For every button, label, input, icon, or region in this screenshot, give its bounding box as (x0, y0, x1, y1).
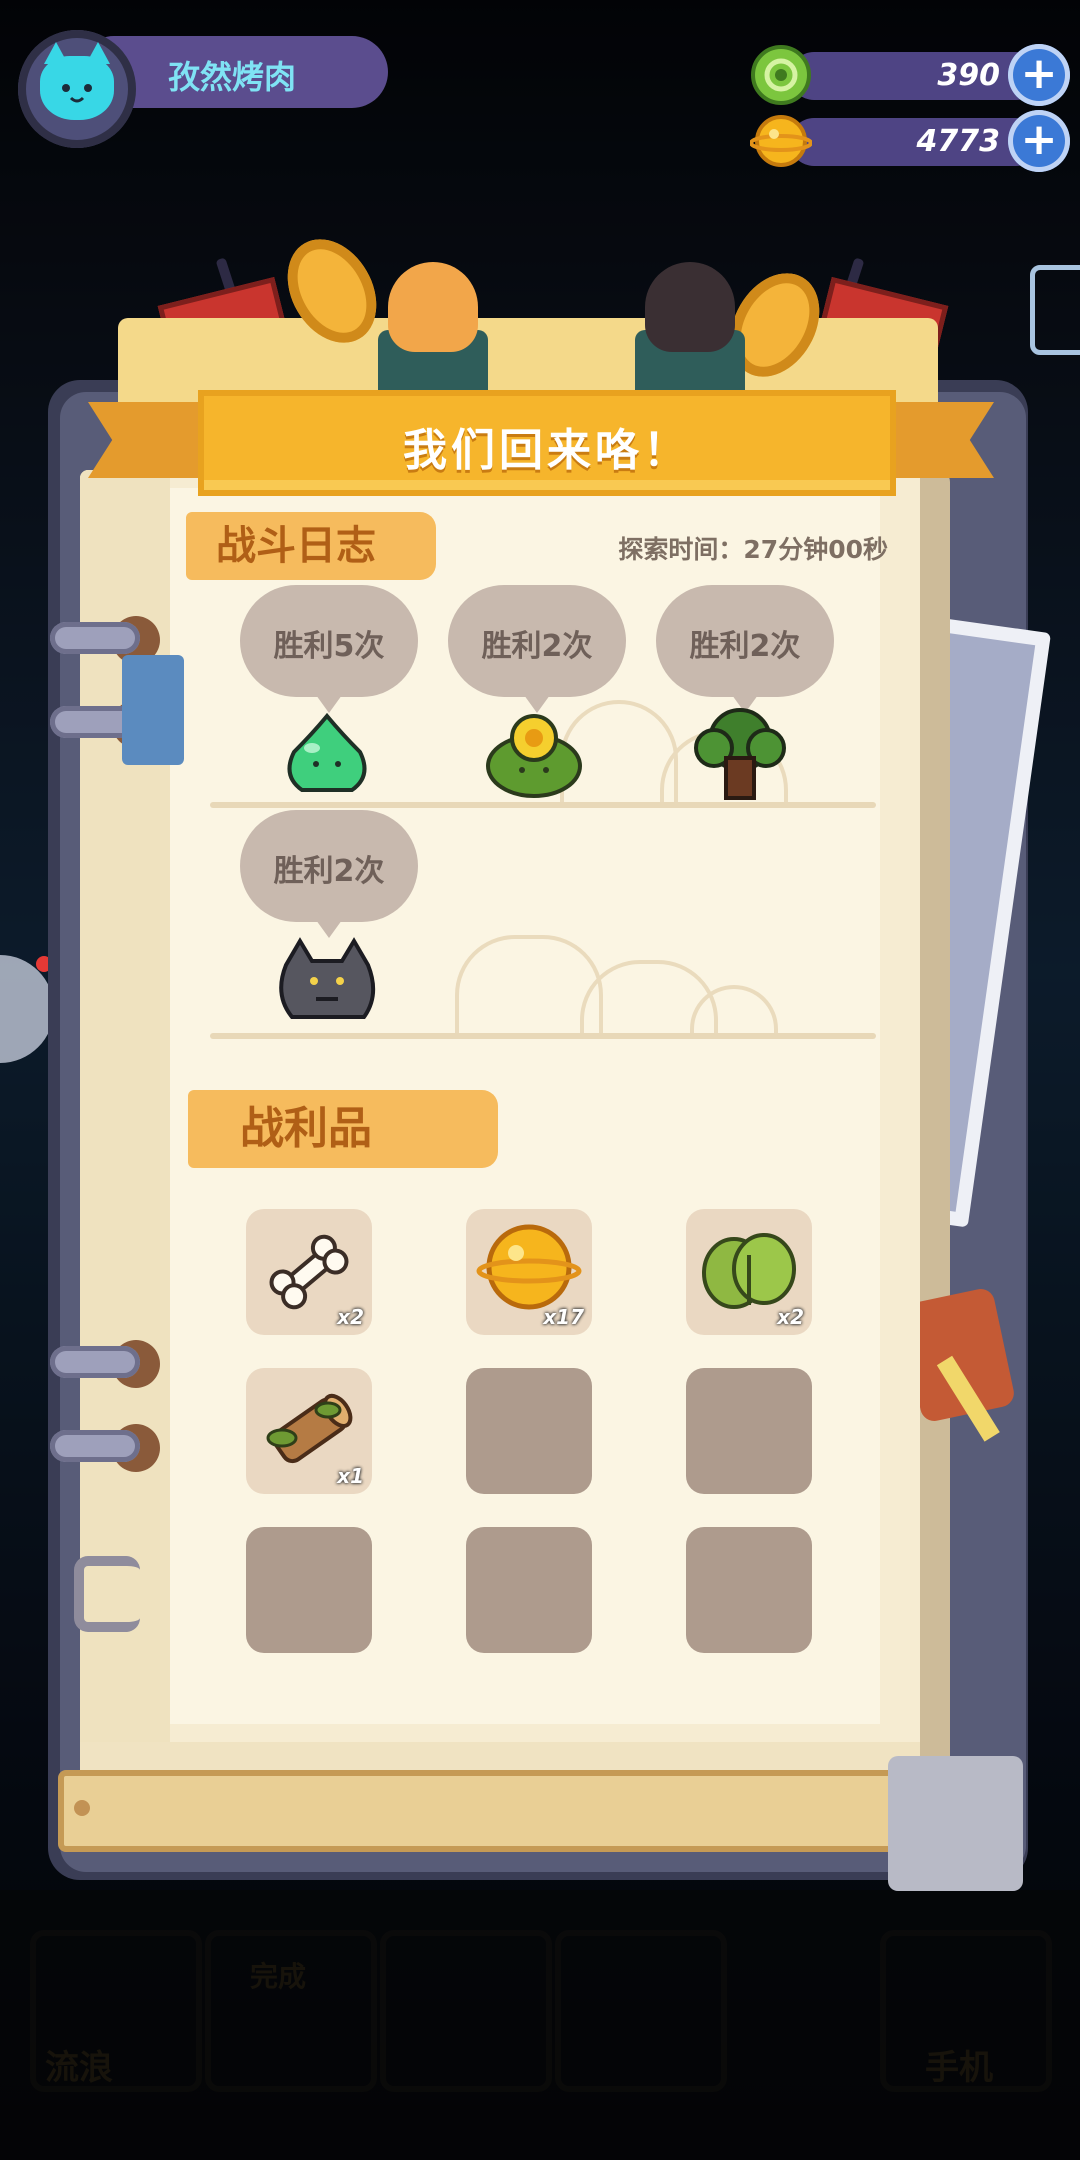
loot-count: x17 (543, 1305, 584, 1329)
paper-clip-icon (122, 655, 184, 765)
player-profile[interactable]: 孜然烤肉 (18, 30, 388, 148)
victory-bubble: 胜利2次 (656, 585, 834, 713)
empty-loot-slot (246, 1527, 372, 1653)
victory-count: 胜利2次 (481, 629, 593, 664)
green-ring-coin-icon (750, 44, 812, 106)
loot-count: x1 (337, 1464, 364, 1488)
empty-loot-slot (686, 1527, 812, 1653)
calico-cat-trumpeter-icon (645, 262, 735, 352)
empty-loot-slot (466, 1527, 592, 1653)
tree-monster-icon (690, 706, 790, 806)
avatar[interactable] (18, 30, 136, 148)
loot-count: x2 (777, 1305, 804, 1329)
currency-gold: 4773 + (749, 110, 1070, 172)
title-banner: 我们回来咯！ (198, 390, 896, 496)
loot-slot[interactable]: x1 (246, 1368, 372, 1494)
orange-cat-trumpeter-icon (388, 262, 478, 352)
gold-planet-coin-icon (749, 110, 813, 172)
g-clip-icon (74, 1556, 140, 1632)
player-name: 孜然烤肉 (168, 58, 297, 96)
binder-ring (50, 1346, 140, 1378)
green-slime-icon (282, 712, 372, 798)
corner-clip-icon (888, 1756, 1023, 1891)
rivet (74, 1800, 90, 1816)
notebook-bottom-cover (58, 1770, 990, 1852)
victory-bubble: 胜利2次 (240, 810, 418, 938)
binder-ring (50, 622, 140, 654)
exploration-time: 探索时间：27分钟00秒 (618, 535, 888, 564)
empty-loot-slot (686, 1368, 812, 1494)
victory-count: 胜利5次 (273, 629, 385, 664)
banner-title: 我们回来咯！ (403, 425, 691, 476)
currency-gold-value: 4773 (916, 124, 1001, 159)
victory-count: 胜利2次 (273, 854, 385, 889)
victory-bubble: 胜利2次 (448, 585, 626, 713)
add-gold-currency-button[interactable]: + (1008, 110, 1070, 172)
battle-log-title: 战斗日志 (186, 512, 436, 580)
currency-green-value: 390 (937, 58, 1000, 93)
yellow-flower-bush-icon (482, 710, 586, 802)
grey-wolf-icon (272, 935, 382, 1035)
right-edge-clip-icon (1030, 265, 1080, 355)
victory-bubble: 胜利5次 (240, 585, 418, 713)
loot-title: 战利品 (188, 1090, 498, 1168)
currency-bar (790, 52, 1040, 100)
loot-count: x2 (337, 1305, 364, 1329)
currency-bar (790, 118, 1040, 166)
add-green-currency-button[interactable]: + (1008, 44, 1070, 106)
loot-slot[interactable]: x2 (246, 1209, 372, 1335)
currency-green: 390 + (750, 44, 1070, 106)
victory-count: 胜利2次 (689, 629, 801, 664)
binder-ring (50, 1430, 140, 1462)
cyan-cat-avatar-icon (40, 42, 114, 120)
loot-slot[interactable]: x17 (466, 1209, 592, 1335)
empty-loot-slot (466, 1368, 592, 1494)
loot-slot[interactable]: x2 (686, 1209, 812, 1335)
